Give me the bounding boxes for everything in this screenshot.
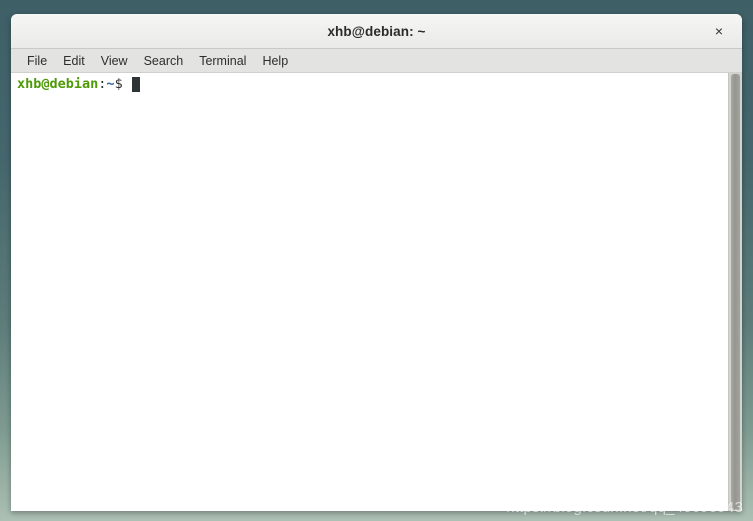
window-titlebar[interactable]: xhb@debian: ~ ×: [11, 14, 742, 49]
menu-bar: File Edit View Search Terminal Help: [11, 49, 742, 73]
window-title: xhb@debian: ~: [327, 23, 426, 39]
prompt-dollar: $: [114, 76, 123, 92]
terminal-body-wrapper: xhb@debian: ~ $: [11, 73, 742, 511]
menu-item-terminal[interactable]: Terminal: [191, 52, 254, 70]
vertical-scrollbar[interactable]: [728, 73, 742, 511]
terminal-screen[interactable]: xhb@debian: ~ $: [11, 73, 728, 511]
menu-item-search[interactable]: Search: [136, 52, 192, 70]
block-cursor: [131, 77, 140, 92]
prompt-line: xhb@debian: ~ $: [17, 76, 728, 93]
terminal-window: xhb@debian: ~ × File Edit View Search Te…: [11, 14, 742, 511]
desktop-background: xhb@debian: ~ × File Edit View Search Te…: [0, 0, 753, 521]
menu-item-view[interactable]: View: [93, 52, 136, 70]
scrollbar-thumb[interactable]: [731, 74, 740, 510]
prompt-user-host: xhb@debian: [17, 76, 99, 92]
menu-item-help[interactable]: Help: [254, 52, 296, 70]
prompt-path: ~: [106, 76, 115, 92]
prompt-colon: :: [98, 76, 107, 92]
close-icon[interactable]: ×: [704, 14, 734, 48]
menu-item-edit[interactable]: Edit: [55, 52, 93, 70]
menu-item-file[interactable]: File: [19, 52, 55, 70]
